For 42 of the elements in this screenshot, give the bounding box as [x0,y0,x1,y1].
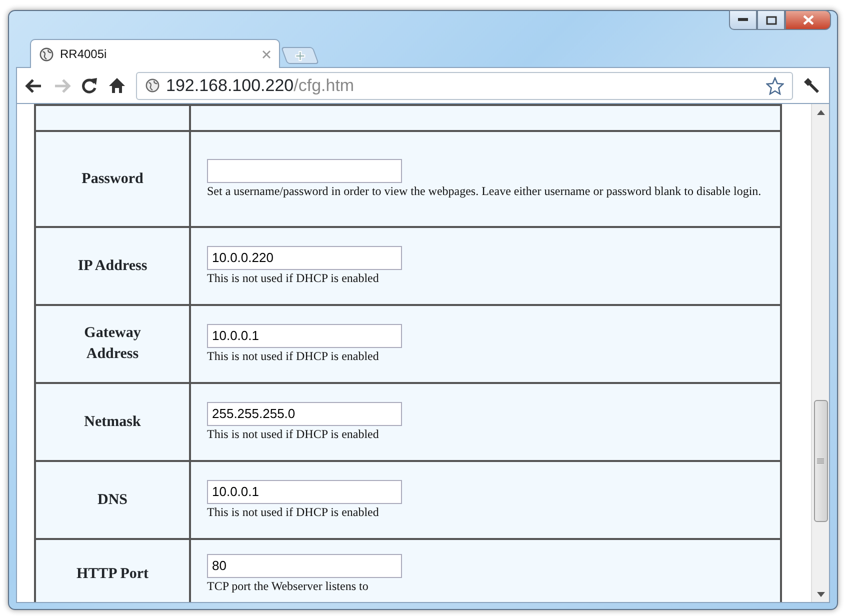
maximize-icon [766,16,776,24]
globe-icon [145,78,160,93]
minimize-button[interactable] [729,10,757,30]
field-hint: This is not used if DHCP is enabled [207,426,380,442]
field-label: Gateway Address [83,324,142,364]
new-tab-button[interactable] [280,47,320,64]
browser-tab[interactable]: RR4005i [30,39,280,68]
minimize-icon [738,18,748,22]
tab-title: RR4005i [60,46,108,63]
tab-close-icon[interactable] [262,50,271,58]
close-button[interactable] [785,10,831,30]
close-icon [802,15,814,25]
plus-icon [294,50,306,62]
field-label: Netmask [84,412,141,432]
reload-icon[interactable] [81,77,98,94]
field-hint: Set a username/password in order to view the webpages. Leave either username or password blank to disable login. [207,183,762,200]
input-field[interactable] [207,158,402,183]
globe-icon [39,46,54,62]
input-field[interactable]: 10.0.0.1 [207,324,402,348]
input-field[interactable]: 80 [207,554,402,578]
url-text: 192.168.100.220/cfg.htm [166,74,356,97]
maximize-button[interactable] [757,10,785,30]
field-hint: This is not used if DHCP is enabled [207,270,380,286]
field-hint: TCP port the Webserver listens to [207,578,370,594]
field-label: IP Address [78,256,148,276]
field-label: Password [82,170,144,188]
wrench-icon[interactable] [803,76,821,94]
scroll-down-icon[interactable] [816,592,824,596]
input-field[interactable]: 10.0.0.1 [207,480,402,504]
field-hint: This is not used if DHCP is enabled [207,504,380,520]
input-field[interactable]: 255.255.255.0 [207,402,402,426]
address-bar[interactable]: 192.168.100.220/cfg.htm [136,72,793,100]
scroll-thumb[interactable] [814,400,828,522]
field-hint: This is not used if DHCP is enabled [207,348,380,364]
scrollbar[interactable] [811,104,829,602]
back-icon[interactable] [25,78,43,94]
field-label: DNS [97,490,128,510]
input-field[interactable]: 10.0.0.220 [207,246,402,270]
home-icon[interactable] [108,77,126,94]
field-label: HTTP Port [76,564,149,584]
scroll-up-icon[interactable] [816,110,824,114]
star-icon[interactable] [766,76,784,94]
